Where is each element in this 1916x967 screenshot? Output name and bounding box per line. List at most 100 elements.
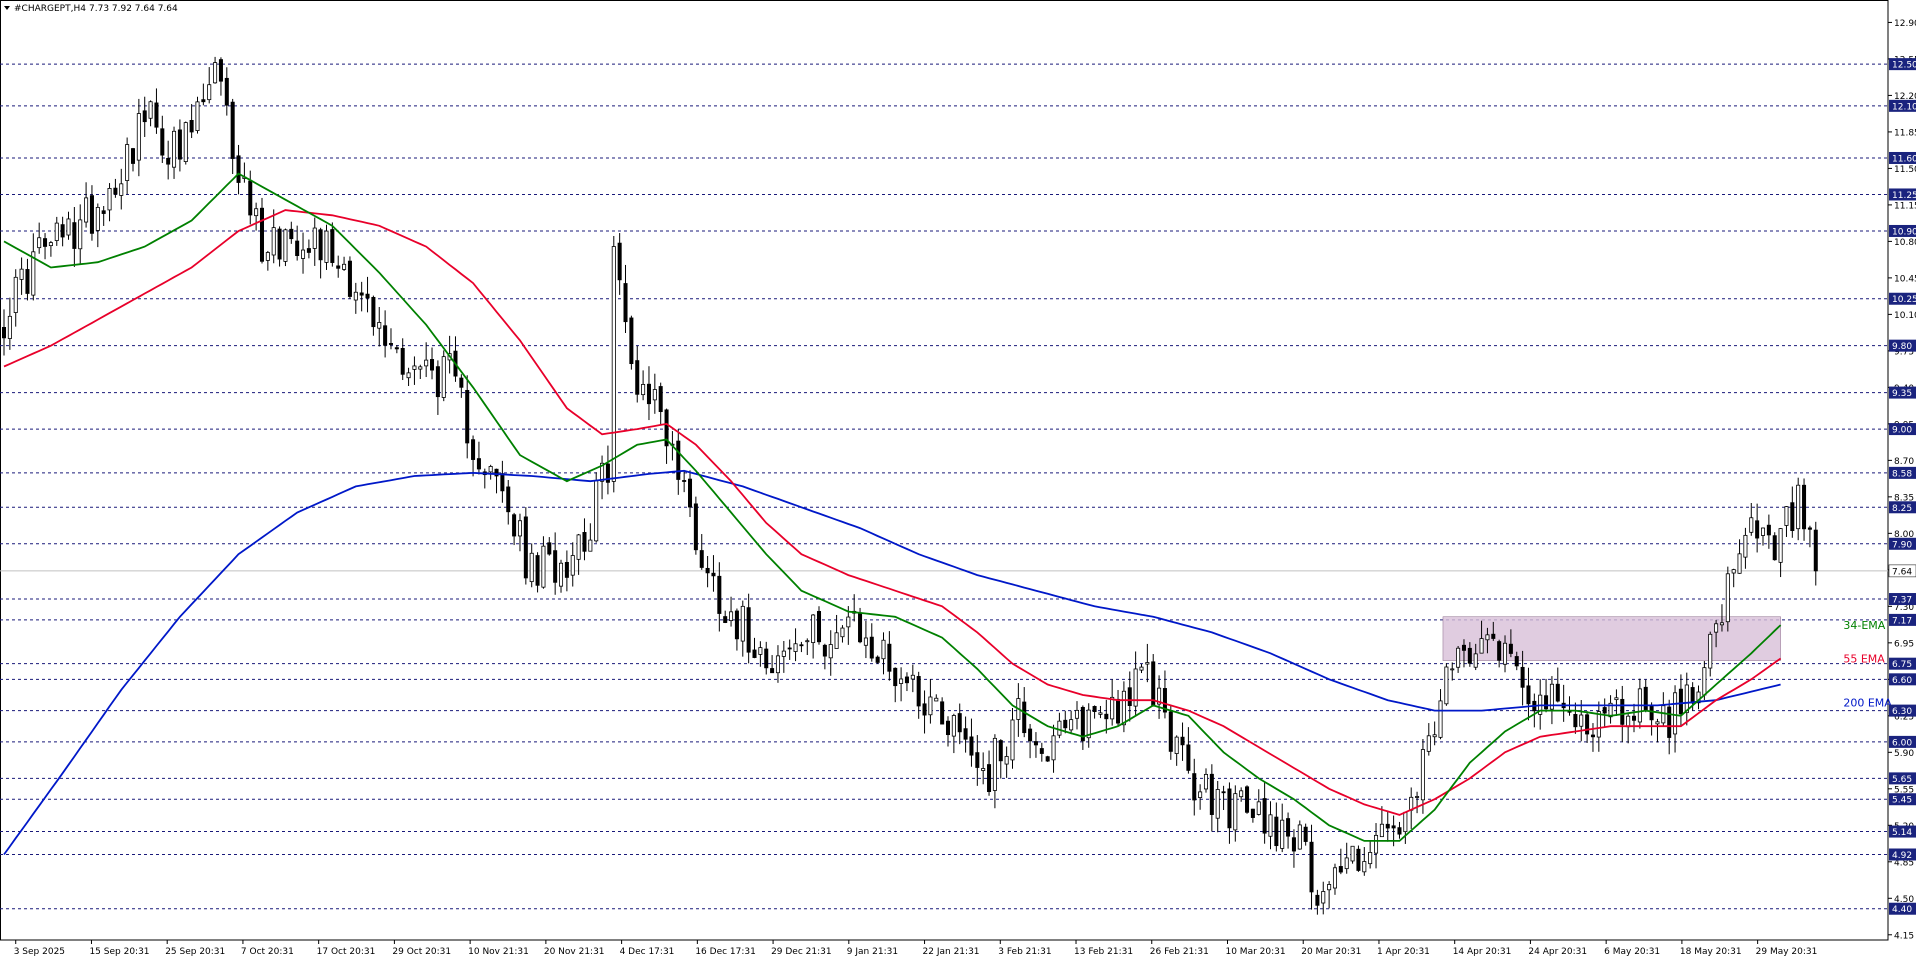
candle-body[interactable] xyxy=(1614,697,1619,701)
candle-body[interactable] xyxy=(1127,687,1132,707)
candle-body[interactable] xyxy=(1256,801,1261,815)
candle-body[interactable] xyxy=(1104,713,1109,720)
candle-body[interactable] xyxy=(1192,773,1197,801)
candle-body[interactable] xyxy=(13,276,18,313)
candle-body[interactable] xyxy=(60,224,65,238)
candle-body[interactable] xyxy=(723,616,728,623)
candle-body[interactable] xyxy=(1719,622,1724,626)
candle-body[interactable] xyxy=(635,360,640,395)
candle-body[interactable] xyxy=(1297,824,1302,850)
candle-body[interactable] xyxy=(875,656,880,663)
candle-body[interactable] xyxy=(130,148,136,164)
candle-body[interactable] xyxy=(529,552,534,583)
candle-body[interactable] xyxy=(951,715,956,737)
candle-body[interactable] xyxy=(1121,690,1126,726)
candle-body[interactable] xyxy=(1315,894,1320,906)
candle-body[interactable] xyxy=(254,208,259,217)
candle-body[interactable] xyxy=(1203,773,1208,790)
candle-body[interactable] xyxy=(430,359,435,371)
candle-body[interactable] xyxy=(1673,692,1678,735)
candle-body[interactable] xyxy=(177,129,182,160)
candle-body[interactable] xyxy=(359,292,364,296)
candle-body[interactable] xyxy=(1069,719,1074,731)
candle-body[interactable] xyxy=(840,627,845,638)
candle-body[interactable] xyxy=(353,291,358,301)
candle-body[interactable] xyxy=(582,532,587,552)
candle-body[interactable] xyxy=(899,678,904,684)
candle-body[interactable] xyxy=(435,366,440,398)
candle-body[interactable] xyxy=(1286,818,1291,837)
candle-body[interactable] xyxy=(746,607,751,653)
candle-body[interactable] xyxy=(1139,666,1144,671)
candle-body[interactable] xyxy=(787,647,792,650)
candle-body[interactable] xyxy=(1350,845,1355,862)
candle-body[interactable] xyxy=(1397,827,1402,835)
candle-body[interactable] xyxy=(641,384,646,396)
candle-body[interactable] xyxy=(957,713,962,733)
candle-body[interactable] xyxy=(969,736,974,756)
candle-body[interactable] xyxy=(330,229,335,263)
candle-body[interactable] xyxy=(424,359,429,367)
candle-body[interactable] xyxy=(377,322,382,329)
candle-body[interactable] xyxy=(1690,687,1695,704)
candle-body[interactable] xyxy=(107,188,112,211)
candle-body[interactable] xyxy=(142,110,147,123)
candle-body[interactable] xyxy=(1086,709,1091,739)
candle-body[interactable] xyxy=(1239,790,1244,798)
candle-body[interactable] xyxy=(945,720,951,736)
candle-body[interactable] xyxy=(646,383,651,405)
candle-body[interactable] xyxy=(1362,861,1367,873)
candle-body[interactable] xyxy=(904,676,909,684)
candle-body[interactable] xyxy=(277,228,282,260)
candle-body[interactable] xyxy=(717,575,722,614)
candle-body[interactable] xyxy=(1356,848,1361,871)
candle-body[interactable] xyxy=(371,296,376,328)
candle-body[interactable] xyxy=(1221,791,1226,794)
candle-body[interactable] xyxy=(465,389,470,444)
candle-body[interactable] xyxy=(987,764,992,792)
candle-body[interactable] xyxy=(1585,714,1590,735)
candle-body[interactable] xyxy=(758,647,763,655)
candle-body[interactable] xyxy=(1678,688,1683,715)
candle-body[interactable] xyxy=(928,696,933,716)
candle-body[interactable] xyxy=(1303,826,1308,842)
candle-body[interactable] xyxy=(78,219,83,250)
candle-body[interactable] xyxy=(1632,715,1637,721)
candle-body[interactable] xyxy=(1755,520,1760,539)
price-chart[interactable]: 34-EMA55 EMA200 EMA12.9012.5512.2011.851… xyxy=(0,0,1916,963)
candle-body[interactable] xyxy=(1485,634,1490,641)
candle-body[interactable] xyxy=(1010,719,1015,761)
candle-body[interactable] xyxy=(37,237,42,249)
candle-body[interactable] xyxy=(863,637,868,646)
candle-body[interactable] xyxy=(1508,643,1513,654)
candle-body[interactable] xyxy=(1233,793,1238,831)
candle-body[interactable] xyxy=(1379,823,1384,838)
candle-body[interactable] xyxy=(1151,661,1156,706)
candle-body[interactable] xyxy=(1327,884,1332,891)
candle-body[interactable] xyxy=(869,636,874,659)
candle-body[interactable] xyxy=(1467,647,1472,664)
candle-body[interactable] xyxy=(846,616,851,628)
candle-body[interactable] xyxy=(553,550,558,583)
candle-body[interactable] xyxy=(588,539,593,552)
candle-body[interactable] xyxy=(834,632,839,649)
candle-body[interactable] xyxy=(336,265,341,269)
candle-body[interactable] xyxy=(1374,834,1379,854)
candle-body[interactable] xyxy=(1321,891,1326,904)
candle-body[interactable] xyxy=(1045,756,1050,762)
candle-body[interactable] xyxy=(1596,711,1601,738)
candle-body[interactable] xyxy=(858,612,863,643)
candle-body[interactable] xyxy=(1725,573,1730,623)
candle-body[interactable] xyxy=(136,113,141,161)
ema200-line[interactable] xyxy=(3,469,1781,856)
candle-body[interactable] xyxy=(1579,714,1584,727)
candle-body[interactable] xyxy=(1749,517,1754,533)
candle-body[interactable] xyxy=(793,643,798,652)
candle-body[interactable] xyxy=(881,639,886,660)
candle-body[interactable] xyxy=(811,614,816,644)
candle-body[interactable] xyxy=(1391,825,1396,829)
candle-body[interactable] xyxy=(1174,736,1179,754)
candle-body[interactable] xyxy=(347,260,352,297)
candle-body[interactable] xyxy=(189,120,194,133)
candle-body[interactable] xyxy=(301,249,306,259)
